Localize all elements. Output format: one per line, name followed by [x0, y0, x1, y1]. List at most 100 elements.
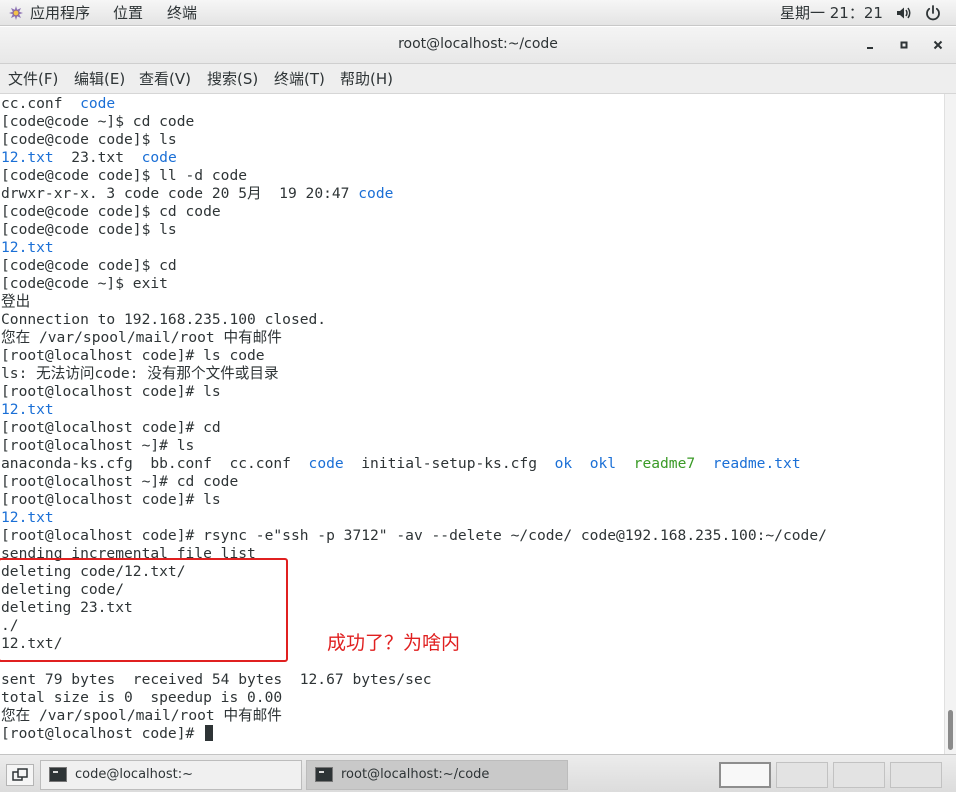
show-desktop-icon — [12, 768, 28, 781]
terminal-text: drwxr-xr-x. 3 code code 20 5月 19 20:47 — [1, 185, 359, 202]
taskbar-item-root-terminal[interactable]: root@localhost:~/code — [306, 760, 568, 790]
terminal-line: [code@code ~]$ exit — [1, 275, 168, 293]
taskbar: code@localhost:~ root@localhost:~/code — [0, 754, 956, 792]
terminal-line: sent 79 bytes received 54 bytes 12.67 by… — [1, 671, 432, 689]
terminal-line: [root@localhost ~]# ls — [1, 437, 194, 455]
terminal-text: [root@localhost code]# ls code — [1, 347, 265, 364]
menu-edit[interactable]: 编辑(E) — [74, 69, 125, 89]
places-menu[interactable]: 位置 — [113, 3, 143, 23]
annotation-highlight-box — [0, 558, 288, 662]
terminal-text: Connection to 192.168.235.100 closed. — [1, 311, 327, 328]
terminal-line: [root@localhost code]# ls code — [1, 347, 265, 365]
terminal-text: sent 79 bytes received 54 bytes 12.67 by… — [1, 671, 432, 688]
clock[interactable]: 星期一 21：21 — [780, 3, 883, 23]
menu-file[interactable]: 文件(F) — [8, 69, 58, 89]
menu-terminal[interactable]: 终端(T) — [274, 69, 325, 89]
terminal-line: 您在 /var/spool/mail/root 中有邮件 — [1, 707, 282, 725]
workspace-3[interactable] — [833, 762, 885, 788]
power-icon[interactable] — [924, 4, 942, 27]
show-desktop-button[interactable] — [6, 764, 34, 786]
maximize-button[interactable] — [895, 36, 913, 54]
terminal-text: 您在 /var/spool/mail/root 中有邮件 — [1, 329, 282, 346]
terminal-text: [code@code code]$ ls — [1, 131, 177, 148]
terminal-text: code — [358, 185, 394, 202]
terminal-text: [code@code code]$ cd — [1, 257, 177, 274]
close-icon — [933, 40, 943, 50]
terminal-text: cc.conf — [1, 95, 81, 112]
terminal-text: [code@code ~]$ cd code — [1, 113, 195, 130]
terminal-text: code — [80, 95, 116, 112]
terminal-line: drwxr-xr-x. 3 code code 20 5月 19 20:47 c… — [1, 185, 393, 203]
terminal-line: 12.txt — [1, 509, 54, 527]
taskbar-item-label: root@localhost:~/code — [341, 767, 490, 782]
terminal-text: [root@localhost code]# ls — [1, 491, 221, 508]
terminal-cursor — [205, 725, 214, 741]
close-button[interactable] — [929, 36, 947, 54]
terminal-line: anaconda-ks.cfg bb.conf cc.conf code ini… — [1, 455, 801, 473]
terminal-text: 您在 /var/spool/mail/root 中有邮件 — [1, 707, 282, 724]
terminal-line: [code@code code]$ ls — [1, 221, 177, 239]
taskbar-item-code-terminal[interactable]: code@localhost:~ — [40, 760, 302, 790]
terminal-text: 12.txt — [1, 509, 54, 526]
workspace-4[interactable] — [890, 762, 942, 788]
scrollbar-thumb[interactable] — [948, 710, 953, 750]
terminal-scrollbar[interactable] — [944, 94, 956, 754]
terminal-line: [root@localhost code]# ls — [1, 491, 221, 509]
annotation-text: 成功了？为啥内 — [327, 632, 461, 654]
terminal-text: 12.txt — [1, 239, 54, 256]
terminal-line: [code@code code]$ cd code — [1, 203, 221, 221]
menu-help[interactable]: 帮助(H) — [340, 69, 393, 89]
terminal-text: code — [308, 455, 344, 472]
terminal-text: [code@code code]$ ll -d code — [1, 167, 248, 184]
terminal-text: 23.txt — [53, 149, 142, 166]
terminal-text: anaconda-ks.cfg bb.conf cc.conf — [1, 455, 309, 472]
terminal-line: total size is 0 speedup is 0.00 — [1, 689, 282, 707]
maximize-icon — [900, 41, 908, 49]
terminal-app-menu[interactable]: 终端 — [167, 3, 197, 23]
taskbar-item-label: code@localhost:~ — [75, 767, 193, 782]
terminal-line: [code@code ~]$ cd code — [1, 113, 194, 131]
terminal-text: [code@code ~]$ exit — [1, 275, 168, 292]
applications-icon[interactable] — [8, 5, 24, 21]
applications-menu[interactable]: 应用程序 — [30, 3, 90, 23]
terminal-line: [root@localhost ~]# cd code — [1, 473, 238, 491]
terminal-text: [root@localhost code]# — [1, 725, 204, 742]
terminal-line: ls: 无法访问code: 没有那个文件或目录 — [1, 365, 279, 383]
workspace-1[interactable] — [719, 762, 771, 788]
terminal-text: code — [141, 149, 177, 166]
terminal-line: 12.txt — [1, 239, 54, 257]
terminal-line: 您在 /var/spool/mail/root 中有邮件 — [1, 329, 282, 347]
terminal-text: total size is 0 speedup is 0.00 — [1, 689, 283, 706]
window-title: root@localhost:~/code — [398, 36, 558, 52]
terminal-text: 12.txt — [1, 149, 54, 166]
terminal-text: [root@localhost ~]# cd code — [1, 473, 239, 490]
terminal-icon — [49, 767, 67, 782]
terminal-line: [code@code code]$ cd — [1, 257, 177, 275]
menu-view[interactable]: 查看(V) — [139, 69, 191, 89]
terminal-line: [code@code code]$ ll -d code — [1, 167, 247, 185]
terminal-text: 登出 — [1, 293, 31, 310]
terminal-icon — [315, 767, 333, 782]
terminal-text: [code@code code]$ ls — [1, 221, 177, 238]
terminal-text: ok — [554, 455, 573, 472]
terminal-line: [root@localhost code]# rsync -e"ssh -p 3… — [1, 527, 827, 545]
window-titlebar[interactable]: root@localhost:~/code — [0, 27, 956, 64]
terminal-text: readme7 — [633, 455, 696, 472]
volume-icon[interactable] — [895, 4, 913, 27]
terminal-line: [root@localhost code]# cd — [1, 419, 221, 437]
workspace-2[interactable] — [776, 762, 828, 788]
minimize-icon — [867, 47, 873, 49]
terminal-text: ls: 无法访问code: 没有那个文件或目录 — [1, 365, 279, 382]
minimize-button[interactable] — [861, 36, 879, 54]
terminal-line: 登出 — [1, 293, 30, 311]
top-bar: 应用程序 位置 终端 星期一 21：21 — [0, 0, 956, 26]
terminal-line: [code@code code]$ ls — [1, 131, 177, 149]
terminal-line: cc.conf code — [1, 95, 115, 113]
terminal-text: initial-setup-ks.cfg — [343, 455, 555, 472]
menu-search[interactable]: 搜索(S) — [207, 69, 258, 89]
terminal-line: 12.txt 23.txt code — [1, 149, 177, 167]
terminal-text: [root@localhost ~]# ls — [1, 437, 195, 454]
